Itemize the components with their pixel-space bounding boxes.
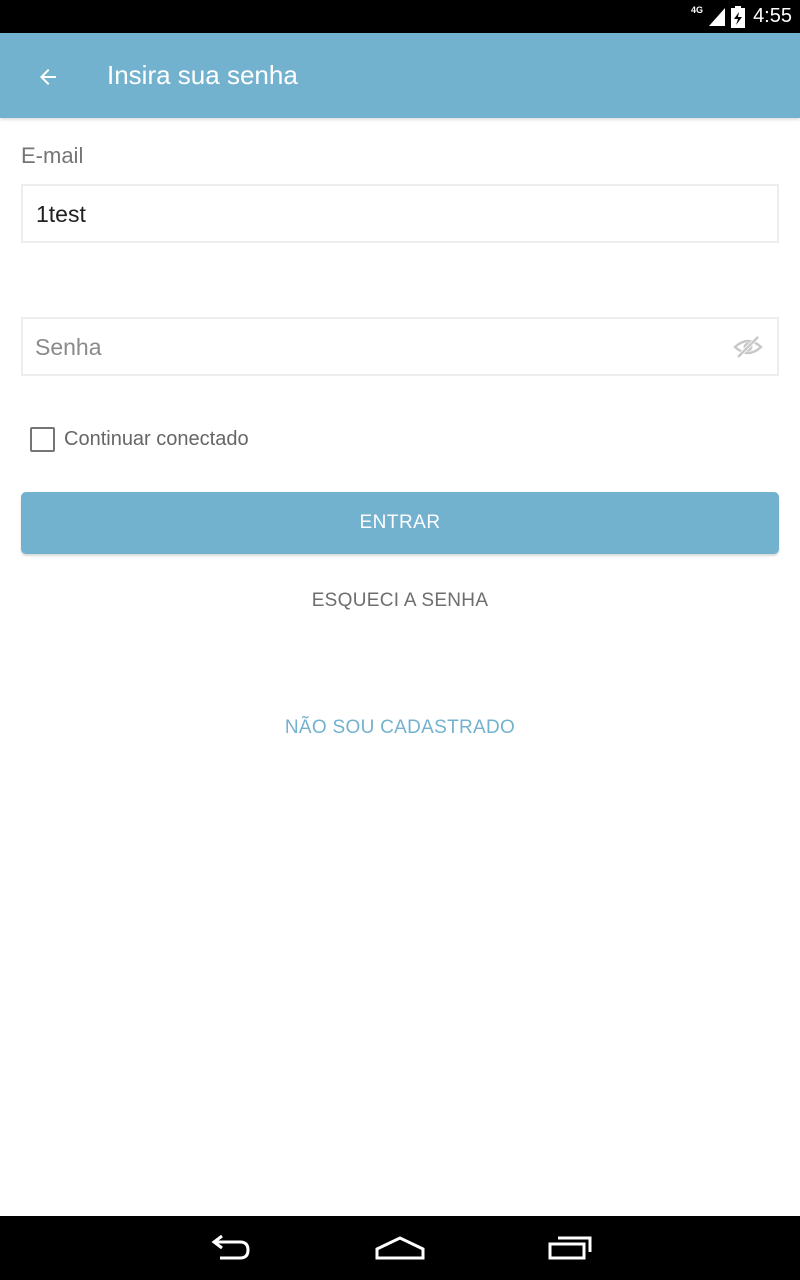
back-button[interactable] bbox=[22, 51, 74, 103]
login-button[interactable]: ENTRAR bbox=[21, 492, 779, 554]
signup-link[interactable]: NÃO SOU CADASTRADO bbox=[0, 717, 800, 739]
email-label: E-mail bbox=[21, 143, 84, 168]
page-title: Insira sua senha bbox=[107, 60, 298, 90]
remember-me-label: Continuar conectado bbox=[64, 427, 249, 450]
network-type-label: 4G bbox=[691, 4, 704, 15]
password-visibility-toggle[interactable] bbox=[731, 331, 765, 363]
app-bar: Insira sua senha bbox=[0, 33, 800, 118]
status-icons: 4G 4:55 bbox=[691, 0, 792, 33]
forgot-password-link[interactable]: ESQUECI A SENHA bbox=[0, 590, 800, 612]
remember-me-checkbox[interactable] bbox=[30, 426, 55, 452]
nav-recents-icon bbox=[548, 1236, 592, 1260]
arrow-back-icon bbox=[40, 69, 56, 85]
nav-home-button[interactable] bbox=[364, 1226, 436, 1270]
eye-off-icon bbox=[733, 335, 763, 359]
battery-icon bbox=[731, 5, 746, 28]
nav-recents-button[interactable] bbox=[534, 1226, 606, 1270]
nav-back-button[interactable] bbox=[194, 1226, 266, 1270]
status-bar: 4G 4:55 bbox=[0, 0, 800, 33]
email-field[interactable]: 1test bbox=[21, 184, 779, 243]
remember-me-option[interactable]: Continuar conectado bbox=[30, 425, 249, 453]
nav-home-icon bbox=[375, 1236, 425, 1260]
signal-icon bbox=[709, 7, 726, 26]
password-field[interactable]: Senha bbox=[21, 317, 779, 376]
navigation-bar bbox=[0, 1216, 800, 1280]
email-value: 1test bbox=[36, 201, 86, 227]
status-time: 4:55 bbox=[753, 5, 792, 27]
nav-back-icon bbox=[211, 1234, 250, 1260]
password-placeholder: Senha bbox=[35, 334, 102, 360]
